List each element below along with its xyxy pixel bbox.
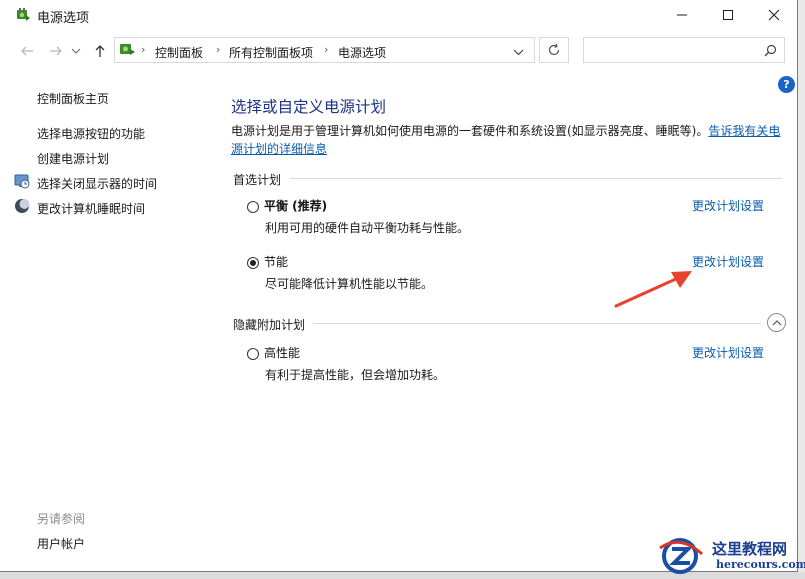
window-app-icon [14,6,32,24]
up-arrow-icon [95,45,105,57]
address-dropdown-button[interactable] [513,46,524,60]
power-saver-plan-radio[interactable] [247,257,259,269]
sleep-moon-icon [14,198,30,214]
balanced-plan-radio[interactable] [247,201,259,213]
power-options-window: 电源选项 › 控制面板 › 所有控制面板项 › 电源选项 ? 控制面板主页 选择… [0,0,798,572]
hidden-plans-label: 隐藏附加计划 [233,318,306,332]
close-button[interactable] [751,0,797,30]
minimize-icon [677,14,687,16]
description-text: 电源计划是用于管理计算机如何使用电源的一套硬件和系统设置(如显示器亮度、睡眠等)… [231,124,709,138]
power-saver-plan-description: 尽可能降低计算机性能以节能。 [265,277,434,291]
chevron-down-icon [71,48,81,54]
desktop-background [798,0,805,579]
breadcrumb-separator-icon: › [216,43,221,56]
power-saver-plan-name[interactable]: 节能 [264,253,288,270]
watermark-title: 这里教程网 [712,540,788,558]
forward-arrow-icon [50,46,62,56]
watermark-url: herecours.com [716,558,805,571]
back-arrow-icon [21,46,33,56]
section-divider [313,323,761,324]
balanced-plan-name[interactable]: 平衡 (推荐) [264,197,327,214]
high-performance-plan-name[interactable]: 高性能 [264,344,300,361]
control-panel-home-link[interactable]: 控制面板主页 [37,90,109,107]
user-accounts-link[interactable]: 用户帐户 [37,535,85,552]
power-saver-change-settings-link[interactable]: 更改计划设置 [692,253,764,270]
search-icon [764,44,777,57]
page-description: 电源计划是用于管理计算机如何使用电源的一套硬件和系统设置(如显示器亮度、睡眠等)… [231,122,791,158]
power-button-settings-link[interactable]: 选择电源按钮的功能 [37,125,145,142]
monitor-shield-icon [14,173,30,189]
balanced-plan-description: 利用可用的硬件自动平衡功耗与性能。 [265,221,470,235]
refresh-icon [548,43,560,56]
high-performance-change-settings-link[interactable]: 更改计划设置 [692,344,764,361]
watermark-logo-icon [659,538,704,574]
balanced-change-settings-link[interactable]: 更改计划设置 [692,197,764,214]
annotation-arrow-icon [614,271,692,308]
computer-sleep-time-link[interactable]: 更改计算机睡眠时间 [37,200,145,217]
refresh-button[interactable] [539,37,569,63]
breadcrumb-control-panel[interactable]: 控制面板 [155,44,203,61]
high-performance-plan-radio[interactable] [247,348,259,360]
breadcrumb-power-options[interactable]: 电源选项 [338,44,386,61]
close-icon [768,9,780,21]
help-button[interactable]: ? [778,76,795,93]
display-off-time-link[interactable]: 选择关闭显示器的时间 [37,175,157,192]
page-title: 选择或自定义电源计划 [231,98,387,116]
high-performance-plan-description: 有利于提高性能，但会增加功耗。 [265,368,446,382]
collapse-hidden-plans-button[interactable] [767,313,786,332]
maximize-icon [723,10,733,20]
breadcrumb-all-items[interactable]: 所有控制面板项 [229,44,313,61]
section-divider [290,178,782,179]
see-also-label: 另请参阅 [37,512,86,526]
search-input[interactable] [583,37,785,63]
address-bar[interactable]: › 控制面板 › 所有控制面板项 › 电源选项 [114,37,535,63]
up-button[interactable] [89,40,111,62]
window-title: 电源选项 [37,11,90,26]
create-power-plan-link[interactable]: 创建电源计划 [37,150,109,167]
chevron-up-icon [772,319,781,325]
recent-locations-button[interactable] [69,40,83,62]
control-panel-icon [118,41,136,59]
preferred-plans-label: 首选计划 [233,173,282,187]
watermark: 这里教程网 herecours.com [658,534,805,576]
radio-selected-dot [250,260,256,266]
back-button[interactable] [16,40,38,62]
minimize-button[interactable] [659,0,705,30]
breadcrumb-separator-icon: › [324,43,329,56]
breadcrumb-separator-icon: › [141,43,146,56]
chevron-down-icon [513,49,524,56]
forward-button[interactable] [45,40,67,62]
maximize-button[interactable] [705,0,751,30]
